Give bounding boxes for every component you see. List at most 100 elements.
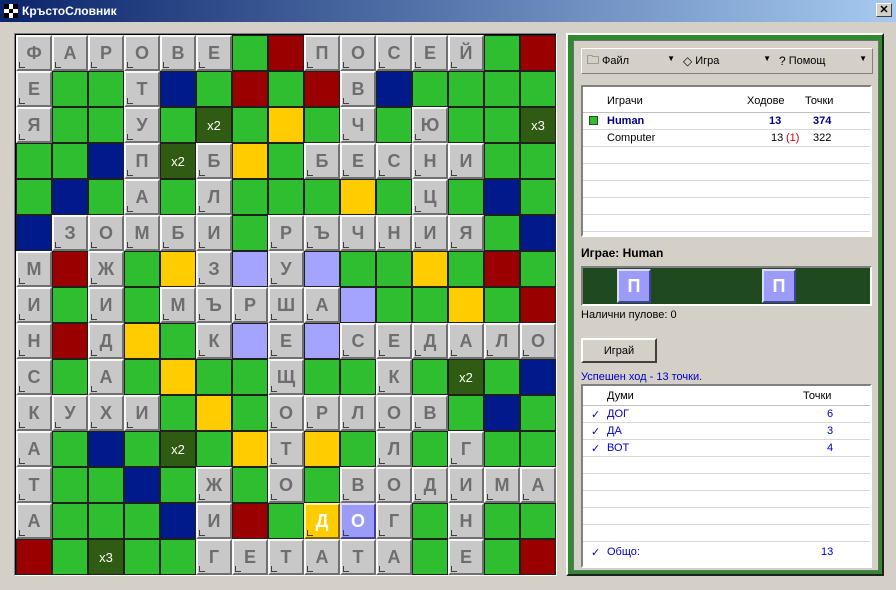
letter-tile[interactable]: Г <box>376 503 412 539</box>
letter-tile[interactable]: Ш <box>268 287 304 323</box>
board-square[interactable] <box>376 179 412 215</box>
letter-tile[interactable]: В <box>340 467 376 503</box>
close-button[interactable]: ✕ <box>876 3 892 17</box>
letter-tile[interactable]: Е <box>376 323 412 359</box>
letter-tile[interactable]: С <box>376 143 412 179</box>
board-square[interactable] <box>268 179 304 215</box>
letter-tile[interactable]: И <box>448 143 484 179</box>
player-row-computer[interactable]: Computer 13 (1) 322 <box>583 130 870 147</box>
board-square[interactable] <box>304 359 340 395</box>
board-square[interactable] <box>412 503 448 539</box>
board-square[interactable] <box>520 395 556 431</box>
bonus-square[interactable]: x2 <box>196 107 232 143</box>
board-square[interactable] <box>232 431 268 467</box>
letter-tile[interactable]: Я <box>448 215 484 251</box>
board-square[interactable] <box>376 71 412 107</box>
letter-tile[interactable]: З <box>52 215 88 251</box>
letter-tile[interactable]: Т <box>16 467 52 503</box>
letter-tile[interactable]: Т <box>268 539 304 575</box>
board-square[interactable] <box>124 467 160 503</box>
letter-tile[interactable]: Я <box>16 107 52 143</box>
letter-tile[interactable]: М <box>124 215 160 251</box>
letter-tile[interactable]: И <box>124 395 160 431</box>
board-square[interactable] <box>340 251 376 287</box>
board-square[interactable] <box>88 431 124 467</box>
letter-tile[interactable]: М <box>160 287 196 323</box>
letter-tile[interactable]: У <box>52 395 88 431</box>
board-square[interactable] <box>520 35 556 71</box>
board-square[interactable] <box>376 287 412 323</box>
bonus-square[interactable]: x2 <box>160 143 196 179</box>
board-square[interactable] <box>484 107 520 143</box>
board-square[interactable] <box>124 359 160 395</box>
board-square[interactable] <box>412 539 448 575</box>
board-square[interactable] <box>268 143 304 179</box>
letter-tile[interactable]: Е <box>16 71 52 107</box>
play-button[interactable]: Играй <box>581 338 657 363</box>
board-square[interactable] <box>412 71 448 107</box>
board-square[interactable] <box>160 395 196 431</box>
letter-tile[interactable]: О <box>124 35 160 71</box>
letter-tile[interactable]: А <box>52 35 88 71</box>
board-square[interactable] <box>196 359 232 395</box>
bonus-square[interactable]: x3 <box>88 539 124 575</box>
board-square[interactable] <box>16 143 52 179</box>
letter-tile[interactable]: Ч <box>340 107 376 143</box>
letter-tile[interactable]: Р <box>304 395 340 431</box>
letter-tile[interactable]: Д <box>412 467 448 503</box>
bonus-square[interactable]: x2 <box>448 359 484 395</box>
board-square[interactable] <box>88 179 124 215</box>
letter-tile[interactable]: Н <box>412 143 448 179</box>
letter-tile[interactable]: Н <box>448 503 484 539</box>
letter-tile[interactable]: А <box>124 179 160 215</box>
letter-tile[interactable]: Ж <box>88 251 124 287</box>
letter-tile[interactable]: А <box>304 287 340 323</box>
letter-tile[interactable]: А <box>448 323 484 359</box>
board-square[interactable] <box>124 503 160 539</box>
board-square[interactable] <box>88 467 124 503</box>
letter-tile[interactable]: Й <box>448 35 484 71</box>
board-square[interactable] <box>16 215 52 251</box>
board-square[interactable] <box>484 503 520 539</box>
letter-tile[interactable]: А <box>376 539 412 575</box>
letter-tile[interactable]: О <box>268 395 304 431</box>
board-square[interactable] <box>268 503 304 539</box>
board-square[interactable] <box>52 107 88 143</box>
board-square[interactable] <box>52 467 88 503</box>
board-square[interactable] <box>232 251 268 287</box>
board-square[interactable] <box>520 431 556 467</box>
letter-tile[interactable]: О <box>376 467 412 503</box>
board-square[interactable] <box>124 431 160 467</box>
letter-tile[interactable]: С <box>340 323 376 359</box>
board-square[interactable] <box>376 251 412 287</box>
board-square[interactable] <box>88 143 124 179</box>
letter-tile[interactable]: Ъ <box>304 215 340 251</box>
board-square[interactable] <box>232 503 268 539</box>
board-square[interactable] <box>484 287 520 323</box>
board-square[interactable] <box>52 503 88 539</box>
board-square[interactable] <box>304 107 340 143</box>
letter-tile[interactable]: А <box>88 359 124 395</box>
letter-tile[interactable]: А <box>16 503 52 539</box>
letter-tile[interactable]: П <box>304 35 340 71</box>
board-square[interactable] <box>196 395 232 431</box>
letter-tile[interactable]: Х <box>88 395 124 431</box>
board-square[interactable] <box>412 251 448 287</box>
board-square[interactable] <box>484 539 520 575</box>
letter-tile[interactable]: В <box>412 395 448 431</box>
board-square[interactable] <box>340 359 376 395</box>
letter-tile[interactable]: Р <box>268 215 304 251</box>
letter-tile[interactable]: И <box>196 503 232 539</box>
board-square[interactable] <box>52 251 88 287</box>
bonus-square[interactable]: x2 <box>160 431 196 467</box>
letter-tile[interactable]: И <box>16 287 52 323</box>
board-square[interactable] <box>520 251 556 287</box>
player-row-human[interactable]: Human 13 374 <box>583 113 870 130</box>
letter-tile[interactable]: А <box>520 467 556 503</box>
board-square[interactable] <box>304 467 340 503</box>
letter-tile[interactable]: К <box>16 395 52 431</box>
board-square[interactable] <box>520 503 556 539</box>
rack-tile[interactable]: П <box>762 269 796 303</box>
board-square[interactable] <box>448 251 484 287</box>
board-square[interactable] <box>484 35 520 71</box>
